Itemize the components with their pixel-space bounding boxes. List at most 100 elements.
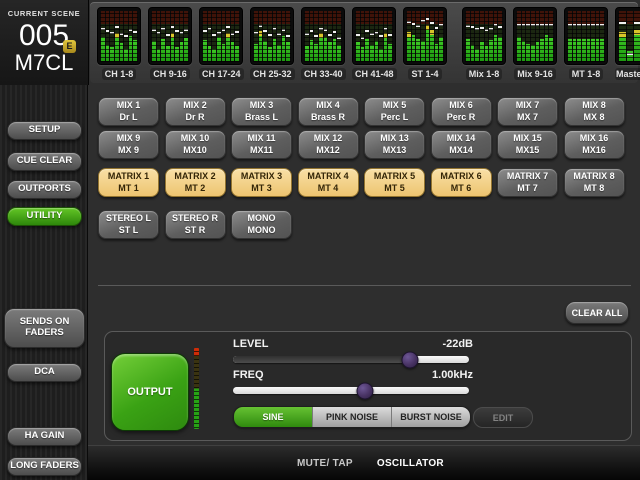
bus-button[interactable]: MIX 6 Perc R: [430, 97, 492, 126]
meter-bar: [634, 11, 640, 61]
bus-button[interactable]: MIX 5 Perc L: [364, 97, 425, 126]
bus-button[interactable]: MIX 15 MX15: [497, 130, 558, 159]
level-slider[interactable]: [233, 351, 469, 368]
bus-button-channel: MX13: [382, 144, 407, 155]
meter-bar: [254, 11, 258, 61]
meter-bar: [267, 11, 272, 61]
meter-bar: [101, 11, 105, 61]
sidebar-button-setup[interactable]: SETUP: [7, 121, 82, 140]
waveform-button-burst-noise[interactable]: BURST NOISE: [391, 407, 470, 427]
meter-bar: [577, 11, 581, 61]
meter-bar: [470, 11, 475, 61]
bus-button-name: MIX 5: [382, 99, 407, 110]
bus-button-channel: MX11: [249, 144, 273, 155]
bus-button[interactable]: MIX 3 Brass L: [231, 97, 292, 126]
sidebar-button-label: DCA: [34, 366, 55, 378]
bus-button[interactable]: MATRIX 6 MT 6: [430, 168, 492, 197]
bus-button[interactable]: MIX 11 MX11: [231, 130, 292, 159]
sidebar-button-label: HA GAIN: [24, 430, 65, 442]
freq-slider[interactable]: [233, 382, 469, 399]
meter-bar: [489, 11, 493, 61]
tab-oscillator[interactable]: OSCILLATOR: [377, 458, 444, 469]
sidebar-button-ha-gain[interactable]: HA GAIN: [7, 427, 82, 446]
meter-block: Mix 1-8: [462, 7, 506, 80]
meter-bar: [337, 11, 341, 61]
bus-button[interactable]: MATRIX 2 MT 2: [164, 168, 226, 197]
level-slider-track[interactable]: [233, 356, 410, 363]
sidebar-button-utility[interactable]: UTILITY: [7, 207, 82, 226]
level-value: -22dB: [442, 338, 473, 350]
meter-bar: [430, 11, 434, 61]
bus-button[interactable]: MATRIX 8 MT 8: [563, 168, 625, 197]
bus-button-channel: Brass R: [310, 111, 346, 122]
meter-block-label: CH 17-24: [199, 68, 244, 80]
meter-bar: [493, 11, 498, 61]
bus-button[interactable]: MIX 16 MX16: [563, 130, 625, 159]
sidebar-button-outports[interactable]: OUTPORTS: [7, 180, 82, 199]
meter-bar: [420, 11, 425, 61]
tab-mute-tap[interactable]: MUTE/ TAP: [297, 458, 353, 469]
current-scene-display: CURRENT SCENE 005 E M7CL: [0, 0, 89, 86]
bus-button[interactable]: MONO MONO: [231, 210, 292, 239]
bus-button-name: MATRIX 1: [107, 170, 150, 181]
meter-bar: [314, 11, 318, 61]
bus-button[interactable]: MIX 13 MX13: [364, 130, 425, 159]
bus-button[interactable]: MATRIX 7 MT 7: [497, 168, 558, 197]
meter-bar: [203, 11, 207, 61]
bus-button-name: MATRIX 7: [506, 170, 549, 181]
bus-button[interactable]: MIX 14 MX14: [430, 130, 492, 159]
clear-all-button[interactable]: CLEAR ALL: [565, 301, 629, 324]
bus-button[interactable]: STEREO R ST R: [164, 210, 226, 239]
bus-button[interactable]: MIX 2 Dr R: [164, 97, 226, 126]
bus-button[interactable]: MIX 1 Dr L: [98, 97, 159, 126]
bus-button-channel: Brass L: [244, 111, 279, 122]
sidebar-button-dca[interactable]: DCA: [7, 363, 82, 382]
bus-button[interactable]: MATRIX 5 MT 5: [364, 168, 425, 197]
meter-bar: [600, 11, 604, 61]
bus-button[interactable]: MIX 9 MX 9: [98, 130, 159, 159]
meter-block: CH 1-8: [97, 7, 141, 80]
current-scene-label: CURRENT SCENE: [7, 9, 81, 18]
bus-button-name: MIX 9: [116, 132, 141, 143]
bus-button[interactable]: MATRIX 3 MT 3: [231, 168, 292, 197]
waveform-button-pink-noise[interactable]: PINK NOISE: [312, 407, 391, 427]
bus-button-channel: MX 7: [516, 111, 538, 122]
sidebar-button-label: SETUP: [28, 124, 61, 136]
sidebar-button-long-faders[interactable]: LONG FADERS: [7, 457, 82, 476]
meter-bar: [161, 11, 165, 61]
bus-button[interactable]: STEREO L ST L: [98, 210, 159, 239]
bus-button-name: MIX 13: [380, 132, 409, 143]
bus-button-name: STEREO R: [171, 212, 218, 223]
meter-block: CH 33-40: [301, 7, 346, 80]
meter-bar: [383, 11, 388, 61]
bus-button-channel: MT 6: [450, 182, 472, 193]
meter-bar: [369, 11, 374, 61]
bus-button-name: MIX 7: [515, 99, 540, 110]
level-slider-handle[interactable]: [401, 351, 419, 368]
meter-bar: [549, 11, 553, 61]
sidebar-button-cue-clear[interactable]: CUE CLEAR: [7, 152, 82, 171]
waveform-button-sine[interactable]: SINE: [234, 407, 312, 427]
freq-slider-handle[interactable]: [356, 382, 374, 399]
edit-button[interactable]: EDIT: [473, 407, 533, 428]
meter-bar: [586, 11, 591, 61]
meter-block-label: CH 33-40: [301, 68, 346, 80]
bus-button[interactable]: MIX 12 MX12: [297, 130, 359, 159]
bus-button[interactable]: MATRIX 1 MT 1: [98, 168, 159, 197]
bus-button[interactable]: MIX 4 Brass R: [297, 97, 359, 126]
meter-bar: [517, 11, 521, 61]
oscillator-output-button[interactable]: OUTPUT: [111, 353, 189, 431]
sidebar-button-sends-on-faders[interactable]: SENDS ON FADERS: [4, 308, 85, 348]
meter-block: CH 17-24: [199, 7, 244, 80]
bus-button[interactable]: MIX 8 MX 8: [563, 97, 625, 126]
meter-bar: [133, 11, 137, 61]
bus-button-name: MATRIX 5: [373, 170, 416, 181]
bus-button[interactable]: MATRIX 4 MT 4: [297, 168, 359, 197]
bus-button[interactable]: MIX 7 MX 7: [497, 97, 558, 126]
bus-button-channel: MX 8: [583, 111, 605, 122]
bus-button[interactable]: MIX 10 MX10: [164, 130, 226, 159]
meter-bar: [152, 11, 156, 61]
meter-bar: [175, 11, 179, 61]
meter-bar: [498, 11, 502, 61]
bus-button-channel: MX15: [515, 144, 540, 155]
